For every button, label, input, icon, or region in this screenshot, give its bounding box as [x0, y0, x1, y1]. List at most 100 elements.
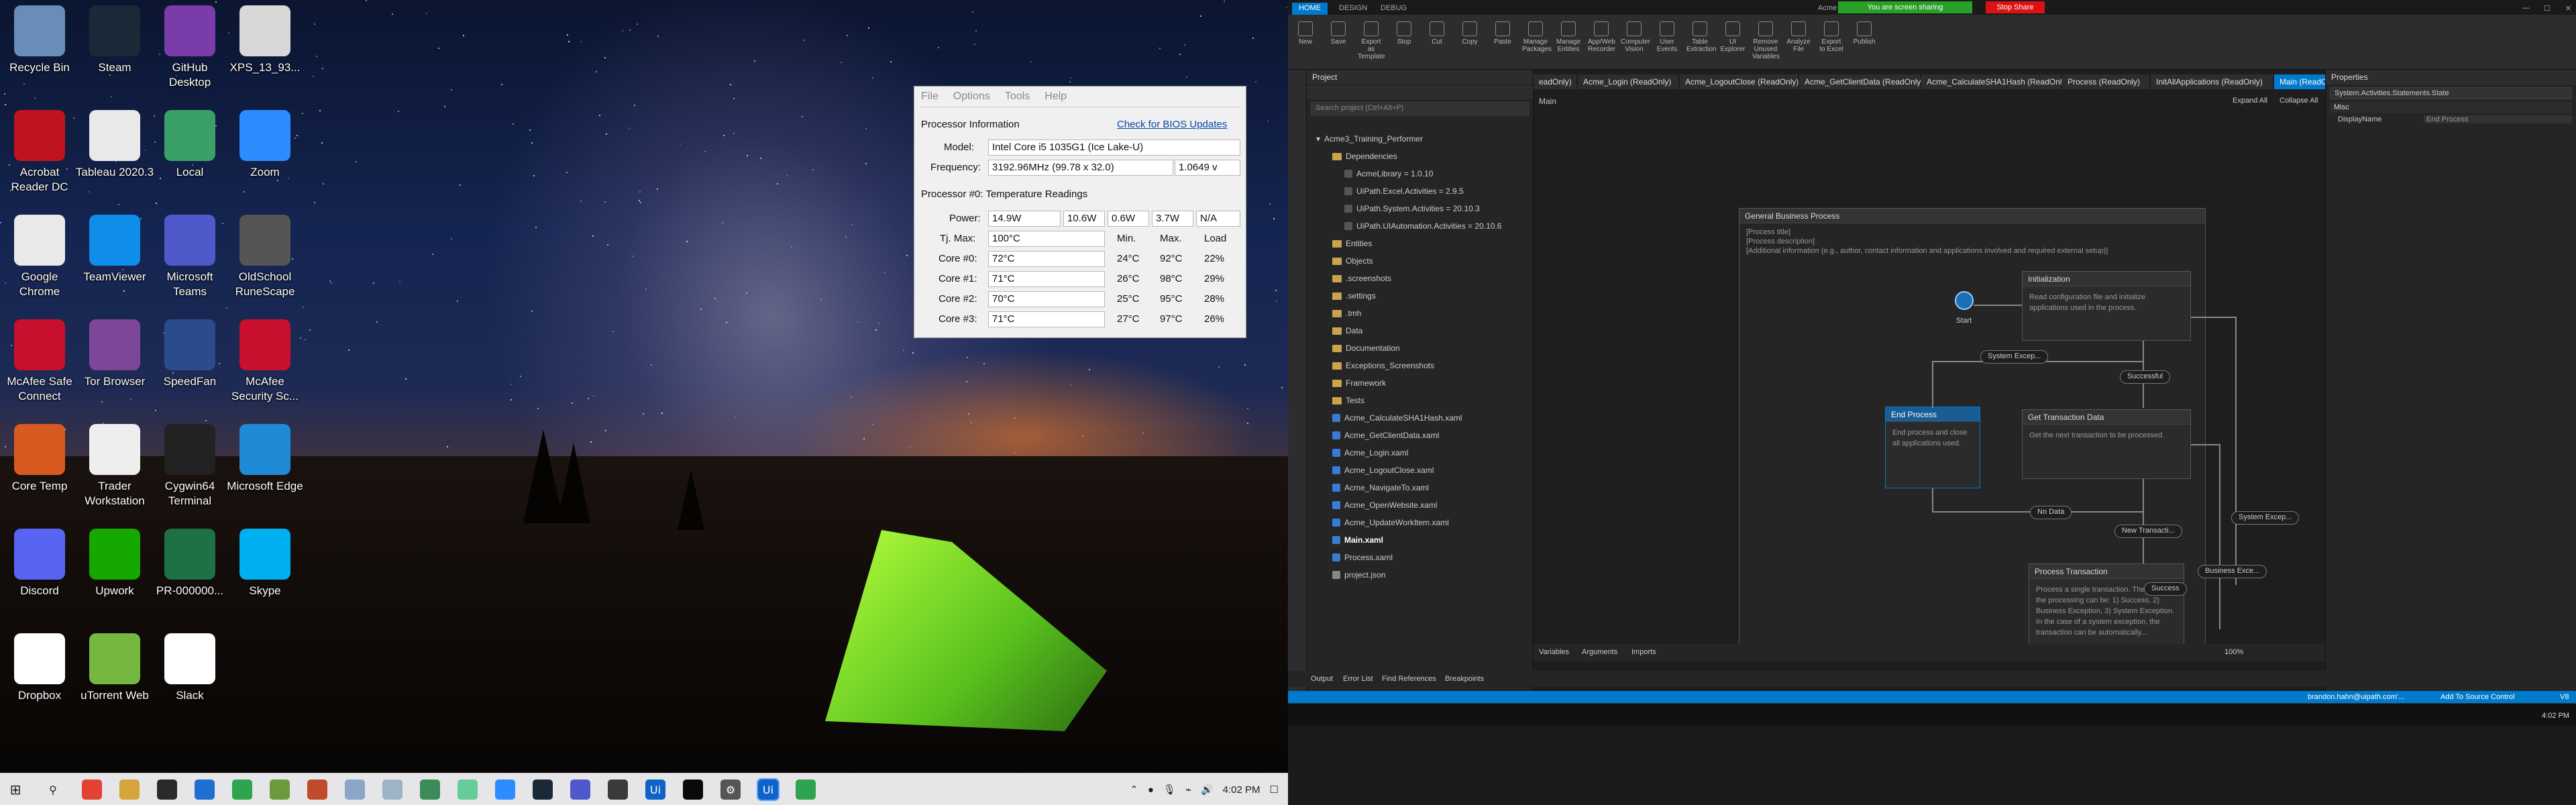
ribbon-button[interactable]: User Events [1654, 21, 1680, 53]
tree-item[interactable]: UiPath.UIAutomation.Activities = 20.10.6 [1344, 219, 1501, 233]
search-icon[interactable]: ⚲ [43, 780, 63, 800]
document-tab[interactable]: eadOnly) [1534, 74, 1576, 89]
menu-tools[interactable]: Tools [1005, 91, 1030, 102]
transition-business-exception[interactable]: Business Exce... [2198, 565, 2267, 578]
tab-imports[interactable]: Imports [1631, 648, 1656, 656]
workflow-canvas[interactable]: Main Expand All Collapse All General Bus… [1534, 95, 2325, 665]
teams-taskbar-icon[interactable] [570, 780, 590, 800]
app-taskbar-icon[interactable] [270, 780, 290, 800]
desktop-icon[interactable]: TeamViewer [75, 215, 154, 284]
tree-item[interactable]: Framework [1332, 376, 1386, 390]
desktop-icon[interactable]: SpeedFan [150, 319, 229, 389]
status-user[interactable]: brandon.hahn@uipath.com'... [2308, 693, 2404, 701]
app-taskbar-icon[interactable] [608, 780, 628, 800]
tab-design[interactable]: DESIGN [1332, 3, 1374, 15]
state-end-process[interactable]: End Process End process and close all ap… [1885, 407, 1980, 488]
bios-update-link[interactable]: Check for BIOS Updates [1117, 119, 1227, 130]
property-value-input[interactable]: End Process [2424, 115, 2572, 123]
collapse-all-link[interactable]: Collapse All [2279, 97, 2318, 105]
document-tab[interactable]: Process (ReadOnly) [2062, 74, 2149, 89]
stop-share-button[interactable]: Stop Share [1986, 1, 2045, 13]
state-get-transaction-data[interactable]: Get Transaction Data Get the next transa… [2022, 409, 2191, 479]
transition-successful[interactable]: Successful [2120, 370, 2171, 384]
app-taskbar-icon[interactable] [683, 780, 703, 800]
core-temp-window[interactable]: File Options Tools Help Processor Inform… [914, 86, 1246, 338]
tab-arguments[interactable]: Arguments [1582, 648, 1617, 656]
tab-error-list[interactable]: Error List [1343, 675, 1373, 683]
zoom-level[interactable]: 100% [2224, 648, 2243, 656]
app-taskbar-icon[interactable] [420, 780, 440, 800]
ribbon-button[interactable]: Paste [1489, 21, 1516, 46]
desktop-icon[interactable]: Microsoft Edge [225, 424, 305, 494]
transition-system-exception-2[interactable]: System Excep... [2231, 511, 2300, 525]
transition-no-data[interactable]: No Data [2030, 506, 2072, 519]
tray-app-icon[interactable]: ● [1148, 784, 1154, 796]
desktop-icon[interactable]: McAfee Security Sc... [225, 319, 305, 404]
tree-item[interactable]: Acme_GetClientData.xaml [1332, 428, 1439, 443]
desktop-icon[interactable]: Tableau 2020.3 [75, 110, 154, 180]
tree-item[interactable]: Data [1332, 323, 1362, 338]
tree-item[interactable]: Documentation [1332, 341, 1400, 356]
desktop-icon[interactable]: Tor Browser [75, 319, 154, 389]
ribbon-button[interactable]: Save [1325, 21, 1352, 46]
tree-item[interactable]: .settings [1332, 288, 1376, 303]
notifications-icon[interactable]: ☐ [1270, 784, 1279, 796]
tree-item[interactable]: AcmeLibrary = 1.0.10 [1344, 166, 1433, 181]
ribbon-button[interactable]: New [1292, 21, 1319, 46]
app-taskbar-icon[interactable] [307, 780, 327, 800]
tab-breakpoints[interactable]: Breakpoints [1445, 675, 1484, 683]
zoom-taskbar-icon[interactable] [495, 780, 515, 800]
tree-item[interactable]: project.json [1332, 568, 1385, 582]
desktop-icon[interactable]: Google Chrome [0, 215, 79, 299]
tab-variables[interactable]: Variables [1539, 648, 1569, 656]
tree-item[interactable]: Acme_NavigateTo.xaml [1332, 480, 1429, 495]
minimize-icon[interactable]: — [2516, 3, 2536, 15]
tree-item[interactable]: Tests [1332, 393, 1364, 408]
transition-success[interactable]: Success [2144, 582, 2187, 596]
desktop-icon[interactable]: Discord [0, 529, 79, 598]
document-tab[interactable]: InitAllApplications (ReadOnly) [2151, 74, 2273, 89]
left-side-panel-tabs[interactable] [1288, 70, 1307, 694]
desktop-icon[interactable]: Steam [75, 5, 154, 75]
tree-item[interactable]: Objects [1332, 254, 1373, 268]
maximize-icon[interactable]: ☐ [2537, 3, 2557, 15]
desktop-icon[interactable]: uTorrent Web [75, 633, 154, 703]
desktop-icon[interactable]: OldSchool RuneScape [225, 215, 305, 299]
tab-home[interactable]: HOME [1292, 3, 1328, 15]
tree-item[interactable]: Acme_LogoutClose.xaml [1332, 463, 1434, 478]
ribbon-button[interactable]: Manage Packages [1522, 21, 1552, 53]
desktop-icon[interactable]: Zoom [225, 110, 305, 180]
microphone-icon[interactable]: 🎙 [1163, 784, 1176, 796]
desktop-icon[interactable]: XPS_13_93... [225, 5, 305, 75]
chevron-up-icon[interactable]: ⌃ [1130, 784, 1138, 796]
start-node-icon[interactable] [1955, 291, 1974, 310]
tree-item[interactable]: Acme_CalculateSHA1Hash.xaml [1332, 411, 1462, 425]
ribbon-button[interactable]: UI Explorer [1719, 21, 1746, 53]
network-icon[interactable]: ⌁ [1185, 784, 1191, 796]
transition-new-transaction[interactable]: New Transacti... [2114, 525, 2182, 538]
tree-item[interactable]: Exceptions_Screenshots [1332, 358, 1434, 373]
desktop-icon[interactable]: Slack [150, 633, 229, 703]
app-taskbar-icon[interactable] [458, 780, 478, 800]
menu-help[interactable]: Help [1044, 91, 1067, 102]
ribbon-button[interactable]: Copy [1456, 21, 1483, 46]
desktop-icon[interactable]: GitHub Desktop [150, 5, 229, 90]
expand-all-link[interactable]: Expand All [2233, 97, 2267, 105]
tree-item[interactable]: .screenshots [1332, 271, 1391, 286]
app-taskbar-icon[interactable] [232, 780, 252, 800]
desktop-icon[interactable]: Recycle Bin [0, 5, 79, 75]
project-search-input[interactable]: Search project (Ctrl+Alt+P) [1311, 102, 1529, 115]
steam-taskbar-icon[interactable] [533, 780, 553, 800]
ribbon-button[interactable]: Computer Vision [1621, 21, 1650, 53]
tab-output[interactable]: Output [1311, 675, 1333, 683]
right-clock[interactable]: 4:02 PM [2542, 712, 2569, 720]
ribbon-button[interactable]: Export to Excel [1818, 21, 1845, 53]
tree-item[interactable]: Acme_Login.xaml [1332, 445, 1408, 460]
tree-item[interactable]: Acme_UpdateWorkItem.xaml [1332, 515, 1449, 530]
uipath-taskbar-icon[interactable]: Ui [645, 780, 665, 800]
tree-item[interactable]: Entities [1332, 236, 1372, 251]
ribbon-button[interactable]: Stop [1391, 21, 1417, 46]
desktop-icon[interactable]: McAfee Safe Connect [0, 319, 79, 404]
properties-section-misc[interactable]: Misc [2330, 102, 2572, 113]
tab-find-references[interactable]: Find References [1382, 675, 1436, 683]
